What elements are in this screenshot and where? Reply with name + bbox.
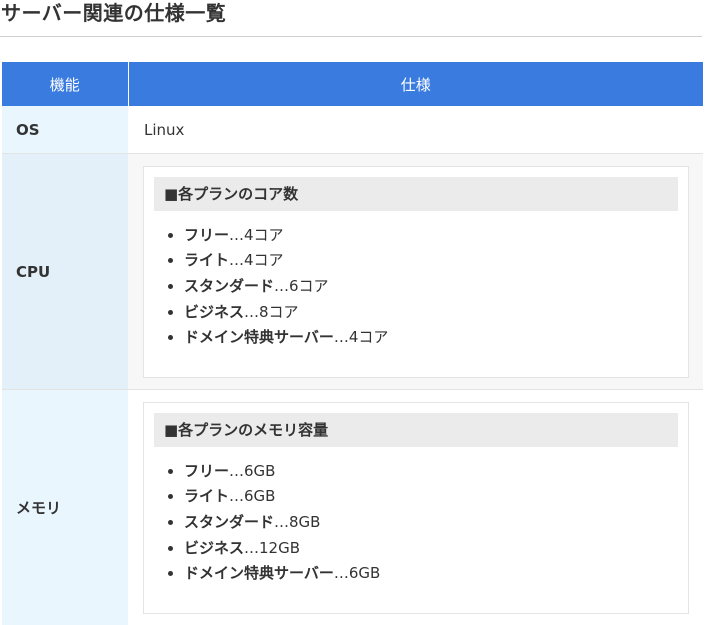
feature-os: OS	[2, 106, 128, 154]
list-item: フリー…4コア	[184, 223, 678, 249]
memory-plan-list: フリー…6GB ライト…6GB スタンダード…8GB ビジネス…12GB ドメイ…	[154, 459, 678, 588]
value-cpu: ■各プランのコア数 フリー…4コア ライト…4コア スタンダード…6コア ビジネ…	[128, 154, 703, 390]
plan-name: ドメイン特典サーバー	[184, 564, 334, 582]
value-memory: ■各プランのメモリ容量 フリー…6GB ライト…6GB スタンダード…8GB ビ…	[128, 390, 703, 625]
plan-value: …4コア	[229, 226, 284, 244]
list-item: ドメイン特典サーバー…6GB	[184, 561, 678, 587]
list-item: スタンダード…8GB	[184, 510, 678, 536]
plan-value: …8コア	[244, 303, 299, 321]
list-item: ビジネス…12GB	[184, 536, 678, 562]
list-item: ドメイン特典サーバー…4コア	[184, 325, 678, 351]
plan-value: …8GB	[274, 513, 320, 531]
plan-name: ビジネス	[184, 303, 244, 321]
plan-name: フリー	[184, 462, 229, 480]
header-spec: 仕様	[128, 62, 703, 106]
plan-value: …12GB	[244, 539, 300, 557]
cpu-spec-box: ■各プランのコア数 フリー…4コア ライト…4コア スタンダード…6コア ビジネ…	[143, 166, 689, 378]
plan-value: …6GB	[229, 462, 275, 480]
feature-memory: メモリ	[2, 390, 128, 625]
plan-name: ドメイン特典サーバー	[184, 328, 334, 346]
plan-value: …6GB	[229, 487, 275, 505]
memory-box-title: ■各プランのメモリ容量	[154, 413, 678, 447]
cpu-box-title: ■各プランのコア数	[154, 177, 678, 211]
title-divider	[0, 36, 702, 37]
list-item: フリー…6GB	[184, 459, 678, 485]
spec-table: 機能 仕様 OS Linux CPU ■各プランのコア数 フリー…4コア ライト…	[2, 62, 703, 625]
table-row-os: OS Linux	[2, 106, 703, 154]
list-item: ライト…6GB	[184, 484, 678, 510]
plan-value: …4コア	[334, 328, 389, 346]
list-item: ビジネス…8コア	[184, 300, 678, 326]
table-row-memory: メモリ ■各プランのメモリ容量 フリー…6GB ライト…6GB スタンダード…8…	[2, 390, 703, 625]
table-header-row: 機能 仕様	[2, 62, 703, 106]
plan-name: スタンダード	[184, 513, 274, 531]
plan-value: …4コア	[229, 251, 284, 269]
plan-name: ライト	[184, 487, 229, 505]
feature-cpu: CPU	[2, 154, 128, 390]
page-title: サーバー関連の仕様一覧	[0, 0, 706, 30]
list-item: スタンダード…6コア	[184, 274, 678, 300]
cpu-plan-list: フリー…4コア ライト…4コア スタンダード…6コア ビジネス…8コア ドメイン…	[154, 223, 678, 352]
plan-value: …6GB	[334, 564, 380, 582]
plan-name: ビジネス	[184, 539, 244, 557]
plan-name: ライト	[184, 251, 229, 269]
list-item: ライト…4コア	[184, 248, 678, 274]
table-row-cpu: CPU ■各プランのコア数 フリー…4コア ライト…4コア スタンダード…6コア…	[2, 154, 703, 390]
plan-name: スタンダード	[184, 277, 274, 295]
plan-value: …6コア	[274, 277, 329, 295]
header-feature: 機能	[2, 62, 128, 106]
value-os: Linux	[128, 106, 703, 154]
memory-spec-box: ■各プランのメモリ容量 フリー…6GB ライト…6GB スタンダード…8GB ビ…	[143, 402, 689, 614]
plan-name: フリー	[184, 226, 229, 244]
